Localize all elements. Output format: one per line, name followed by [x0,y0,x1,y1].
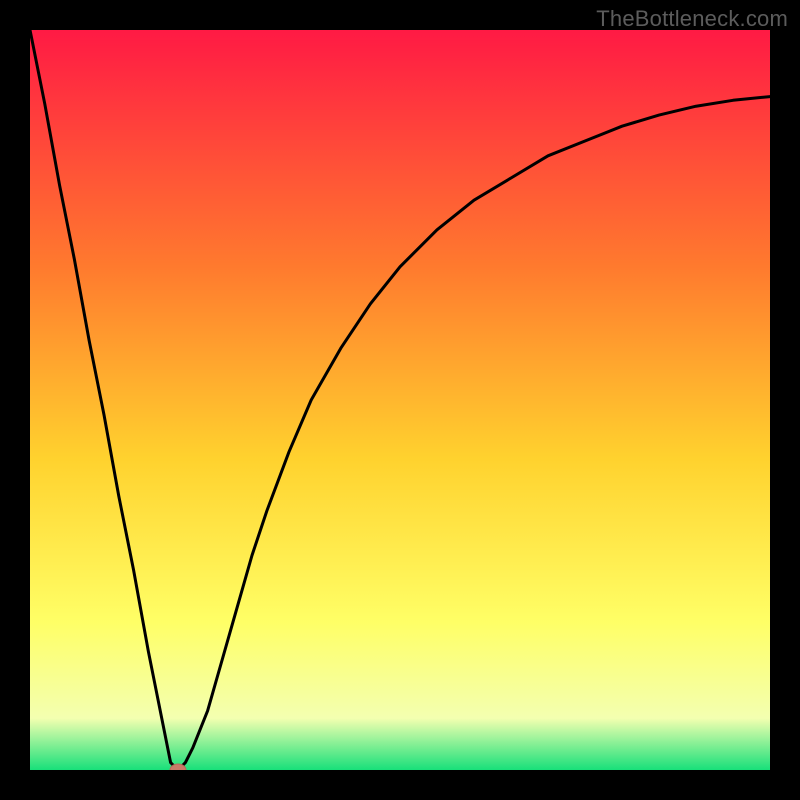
bottleneck-chart [30,30,770,770]
watermark-text: TheBottleneck.com [596,6,788,32]
chart-frame: TheBottleneck.com [0,0,800,800]
gradient-background [30,30,770,770]
plot-area [30,30,770,770]
